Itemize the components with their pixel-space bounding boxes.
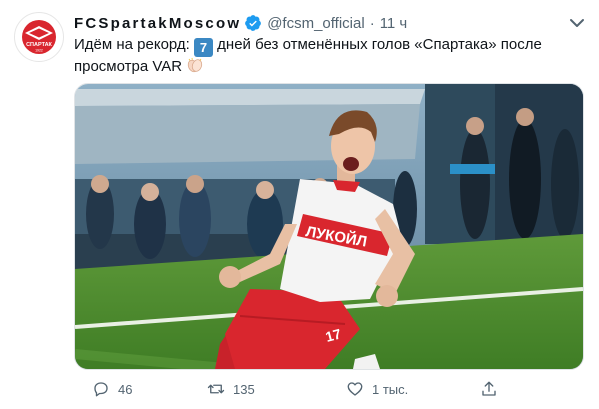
retweet-count: 135 bbox=[233, 381, 255, 397]
chevron-down-icon[interactable] bbox=[565, 13, 589, 33]
reply-icon bbox=[94, 382, 108, 397]
keycap-digit-emoji: 7 bbox=[194, 38, 213, 57]
author-handle[interactable]: @fcsm_official bbox=[267, 15, 364, 32]
tweet-actions: 46 135 1 тыс. bbox=[74, 378, 584, 400]
spartak-logo: СПАРТАК 1922 bbox=[16, 14, 62, 60]
tweet-text: Идём на рекорд: 7 дней без отменённых го… bbox=[74, 35, 564, 77]
tweet-header: FCSpartakMoscow @fcsm_official · 11 ч bbox=[74, 13, 407, 33]
tweet-timestamp[interactable]: 11 ч bbox=[380, 15, 408, 32]
share-button[interactable] bbox=[480, 378, 506, 400]
tweet-card[interactable]: СПАРТАК 1922 FCSpartakMoscow @fcsm_offic… bbox=[0, 0, 599, 409]
player-celebration-photo: 17 ЛУКОЙЛ bbox=[75, 84, 583, 369]
retweet-icon bbox=[207, 384, 225, 394]
retweet-button[interactable]: 135 bbox=[207, 378, 255, 400]
author-display-name[interactable]: FCSpartakMoscow bbox=[74, 15, 241, 32]
reply-button[interactable]: 46 bbox=[92, 378, 132, 400]
separator-dot: · bbox=[369, 14, 375, 32]
avatar-logo-year: 1922 bbox=[35, 49, 43, 53]
clapping-hands-icon bbox=[188, 57, 203, 73]
share-icon bbox=[482, 381, 496, 396]
verified-badge-icon bbox=[245, 15, 262, 31]
tweet-media-photo[interactable]: 17 ЛУКОЙЛ bbox=[74, 83, 584, 370]
avatar[interactable]: СПАРТАК 1922 bbox=[14, 12, 64, 62]
reply-count: 46 bbox=[118, 381, 133, 397]
avatar-logo-text: СПАРТАК bbox=[26, 42, 52, 48]
heart-icon bbox=[347, 382, 363, 396]
like-count: 1 тыс. bbox=[372, 381, 409, 397]
like-button[interactable]: 1 тыс. bbox=[346, 378, 408, 400]
tweet-text-part-1: Идём на рекорд: bbox=[74, 36, 194, 53]
